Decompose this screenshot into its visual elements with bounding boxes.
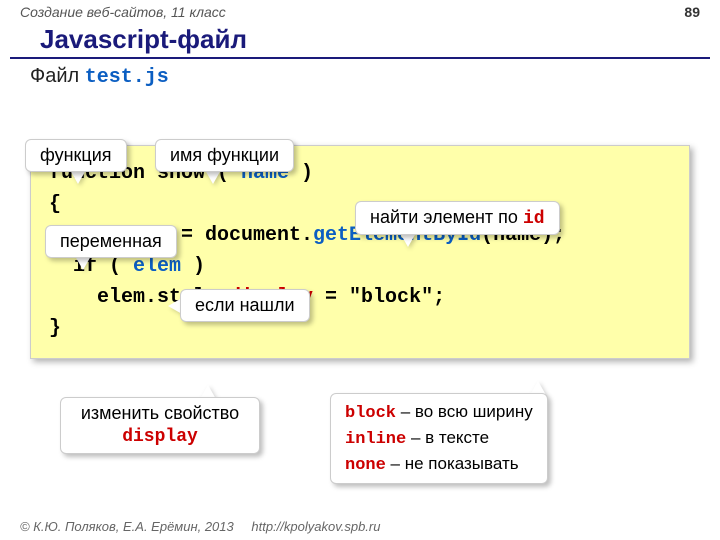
callout-if-found: если нашли: [180, 289, 310, 322]
footer-url: http://kpolyakov.spb.ru: [251, 519, 380, 534]
callout-change-value: display: [122, 427, 198, 447]
subtitle-filename: test.js: [85, 66, 169, 89]
code-line-5: elem.style.display = "block";: [49, 282, 671, 313]
legend-row-1: block – во всю ширину: [345, 400, 533, 426]
callout-variable: переменная: [45, 225, 177, 258]
footer: © К.Ю. Поляков, Е.А. Ерёмин, 2013 http:/…: [20, 519, 380, 534]
callout-funcname: имя функции: [155, 139, 294, 172]
callout-funcname-tail: [205, 170, 221, 184]
subtitle-prefix: Файл: [30, 65, 85, 87]
code-line-1: function show ( name ): [49, 158, 671, 189]
callout-change-text: изменить свойство: [81, 403, 239, 423]
footer-copyright: © К.Ю. Поляков, Е.А. Ерёмин, 2013: [20, 519, 234, 534]
course-label: Создание веб-сайтов, 11 класс: [20, 4, 226, 20]
header-bar: Создание веб-сайтов, 11 класс 89: [0, 0, 720, 20]
page-title: Javascript-файл: [10, 20, 710, 59]
legend-box: block – во всю ширину inline – в тексте …: [330, 393, 548, 484]
legend-row-3: none – не показывать: [345, 452, 533, 478]
legend-row-2: inline – в тексте: [345, 426, 533, 452]
callout-find: найти элемент по id: [355, 201, 560, 235]
callout-find-id: id: [523, 209, 545, 229]
page-number: 89: [684, 4, 700, 20]
code-line-6: }: [49, 313, 671, 344]
callout-function-tail: [70, 170, 86, 184]
callout-function: функция: [25, 139, 127, 172]
callout-find-tail: [400, 233, 416, 247]
callout-change-prop: изменить свойство display: [60, 397, 260, 454]
subtitle: Файл test.js: [0, 59, 720, 97]
callout-find-text: найти элемент по: [370, 207, 523, 227]
content-area: функция имя функции function show ( name…: [0, 145, 720, 359]
callout-variable-tail: [75, 256, 91, 270]
